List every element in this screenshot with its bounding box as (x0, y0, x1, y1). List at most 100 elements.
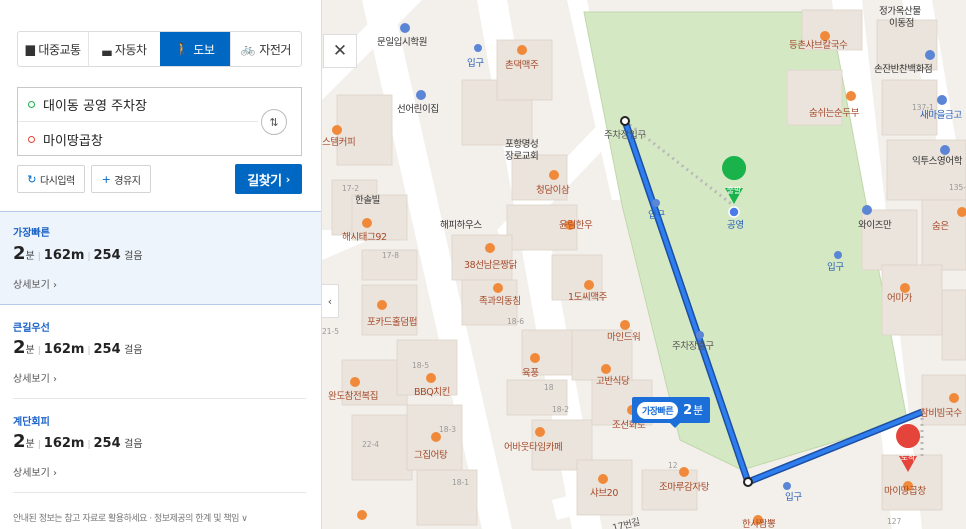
svg-text:참비빔국수: 참비빔국수 (920, 408, 962, 419)
swap-icon[interactable]: ⇅ (261, 109, 287, 135)
svg-text:해피하우스: 해피하우스 (440, 219, 482, 231)
svg-text:출발: 출발 (727, 185, 742, 195)
close-icon[interactable]: ✕ (323, 34, 357, 68)
svg-text:한사짬뽕: 한사짬뽕 (742, 519, 776, 529)
svg-text:18-3: 18-3 (439, 425, 456, 434)
svg-text:문일입시학원: 문일입시학원 (377, 36, 427, 48)
svg-text:38선남은짱닭: 38선남은짱닭 (464, 259, 518, 271)
svg-text:마인드워: 마인드워 (607, 332, 640, 343)
svg-text:12: 12 (668, 461, 678, 470)
svg-text:장로교회: 장로교회 (505, 151, 538, 162)
add-waypoint-button[interactable]: + 경유지 (91, 165, 151, 193)
svg-text:숨쉬는순두부: 숨쉬는순두부 (809, 108, 860, 119)
transport-mode-tabs: ▆ 대중교통 ▃ 자동차 🚶 도보 🚲 자전거 (17, 31, 302, 67)
svg-text:손잔반찬백화점: 손잔반찬백화점 (874, 63, 932, 75)
svg-text:등촌샤브칼국수: 등촌샤브칼국수 (789, 40, 848, 51)
svg-text:주차장출구: 주차장출구 (672, 340, 714, 352)
bus-icon: ▆ (25, 42, 35, 56)
disclaimer-text: 안내된 정보는 참고 자료로 활용하세요 · 정보제공의 한계 및 책임 ∨ (13, 514, 248, 524)
svg-text:입구: 입구 (467, 57, 484, 69)
svg-text:18-2: 18-2 (552, 405, 569, 414)
tab-bike[interactable]: 🚲 자전거 (229, 32, 301, 66)
svg-text:도착: 도착 (901, 453, 916, 462)
collapse-panel-icon[interactable]: ‹ (322, 284, 339, 318)
address-box: 대이동 공영 주차장 마이땅곱창 ⇅ (17, 87, 302, 156)
destination-dot-icon (28, 135, 35, 143)
route-detail-link[interactable]: 상세보기 › (13, 464, 57, 479)
svg-text:137-1: 137-1 (912, 103, 934, 112)
svg-text:18-1: 18-1 (452, 478, 469, 487)
svg-text:익투스영어학: 익투스영어학 (912, 155, 963, 167)
svg-text:고반식당: 고반식당 (596, 376, 630, 387)
svg-text:입구: 입구 (785, 491, 802, 503)
svg-text:마이땅곱창: 마이땅곱창 (884, 486, 926, 497)
route-turn-point (743, 477, 753, 487)
svg-text:육풍: 육풍 (522, 368, 539, 379)
svg-text:18: 18 (544, 383, 554, 392)
svg-text:135-1: 135-1 (949, 183, 966, 192)
search-route-button[interactable]: 길찾기 › (235, 164, 302, 194)
svg-text:공영: 공영 (727, 220, 744, 231)
svg-text:정가옥산물: 정가옥산물 (879, 6, 921, 17)
origin-dot-icon (28, 101, 35, 108)
svg-text:이동점: 이동점 (889, 17, 914, 29)
route-detail-link[interactable]: 상세보기 › (13, 370, 57, 385)
svg-text:해시태그92: 해시태그92 (342, 231, 387, 243)
route-detail-link[interactable]: 상세보기 › (13, 276, 57, 291)
svg-text:샤브20: 샤브20 (590, 488, 618, 499)
route-stats: 2분 | 162m | 254 걸음 (13, 337, 143, 358)
svg-text:완도참전복집: 완도참전복집 (328, 390, 378, 402)
origin-field[interactable]: 대이동 공영 주차장 (18, 88, 258, 122)
route-start-point (620, 116, 630, 126)
refresh-icon: ↻ (27, 172, 36, 186)
svg-text:어바웃타임카페: 어바웃타임카페 (504, 441, 562, 453)
route-stats: 2분 | 162m | 254 걸음 (13, 431, 143, 452)
svg-text:127: 127 (887, 517, 902, 526)
svg-text:족과의동침: 족과의동침 (479, 296, 521, 307)
svg-text:와이즈만: 와이즈만 (858, 219, 892, 231)
svg-text:숨은: 숨은 (932, 221, 949, 232)
svg-text:17-8: 17-8 (382, 251, 399, 260)
route-label: 가장빠른 (13, 228, 50, 239)
tab-walk[interactable]: 🚶 도보 (159, 32, 230, 66)
svg-text:22-4: 22-4 (362, 440, 379, 449)
svg-text:1도씨맥주: 1도씨맥주 (568, 292, 608, 303)
svg-text:촌댁맥주: 촌댁맥주 (505, 60, 539, 71)
svg-text:선어린이집: 선어린이집 (397, 103, 439, 115)
car-icon: ▃ (102, 42, 111, 56)
svg-text:18-6: 18-6 (507, 317, 524, 326)
svg-text:BBQ치킨: BBQ치킨 (414, 386, 450, 398)
divider (13, 398, 306, 399)
svg-text:21-5: 21-5 (322, 327, 339, 336)
bike-icon: 🚲 (240, 42, 256, 56)
svg-text:청담이삼: 청담이삼 (536, 184, 570, 196)
svg-text:포항명성: 포항명성 (505, 139, 538, 150)
svg-text:17번길: 17번길 (611, 516, 641, 529)
svg-text:한솔빌: 한솔빌 (355, 195, 380, 206)
walk-icon: 🚶 (174, 42, 190, 56)
destination-field[interactable]: 마이땅곱창 (18, 122, 258, 156)
route-time-bubble[interactable]: 가장빠른 2분 (632, 397, 711, 428)
route-label: 계단회피 (13, 417, 50, 428)
tab-transit[interactable]: ▆ 대중교통 (18, 32, 88, 66)
route-option-fastest[interactable]: 가장빠른 2분 | 162m | 254 걸음 상세보기 › (0, 211, 321, 305)
svg-text:그집어탕: 그집어탕 (414, 449, 448, 461)
svg-text:입구: 입구 (827, 261, 844, 273)
route-stats: 2분 | 162m | 254 걸음 (13, 243, 143, 264)
svg-text:입구: 입구 (648, 209, 665, 221)
svg-text:조마루감자탕: 조마루감자탕 (659, 481, 710, 493)
svg-text:어미가: 어미가 (887, 293, 913, 304)
tab-car[interactable]: ▃ 자동차 (88, 32, 159, 66)
svg-text:윤림한우: 윤림한우 (559, 219, 593, 231)
directions-panel: ▆ 대중교통 ▃ 자동차 🚶 도보 🚲 자전거 대이동 공영 주차장 마이땅곱창 ⇅ ↻… (0, 0, 322, 529)
svg-text:스템커피: 스템커피 (322, 136, 355, 148)
svg-text:포카드홀덤펍: 포카드홀덤펍 (367, 316, 417, 328)
map-canvas[interactable]: 출발 도착 문일입시학원 입구 촌댁맥주 선어린이집 스템커피 포항명성 장로교… (322, 0, 966, 529)
chevron-right-icon: › (285, 172, 291, 186)
svg-text:주차장입구: 주차장입구 (604, 129, 646, 141)
svg-text:18-5: 18-5 (412, 361, 429, 370)
map-view[interactable]: 출발 도착 문일입시학원 입구 촌댁맥주 선어린이집 스템커피 포항명성 장로교… (322, 0, 966, 529)
plus-icon: + (101, 172, 111, 186)
route-label: 큰길우선 (13, 323, 50, 334)
reset-button[interactable]: ↻ 다시입력 (17, 165, 85, 193)
